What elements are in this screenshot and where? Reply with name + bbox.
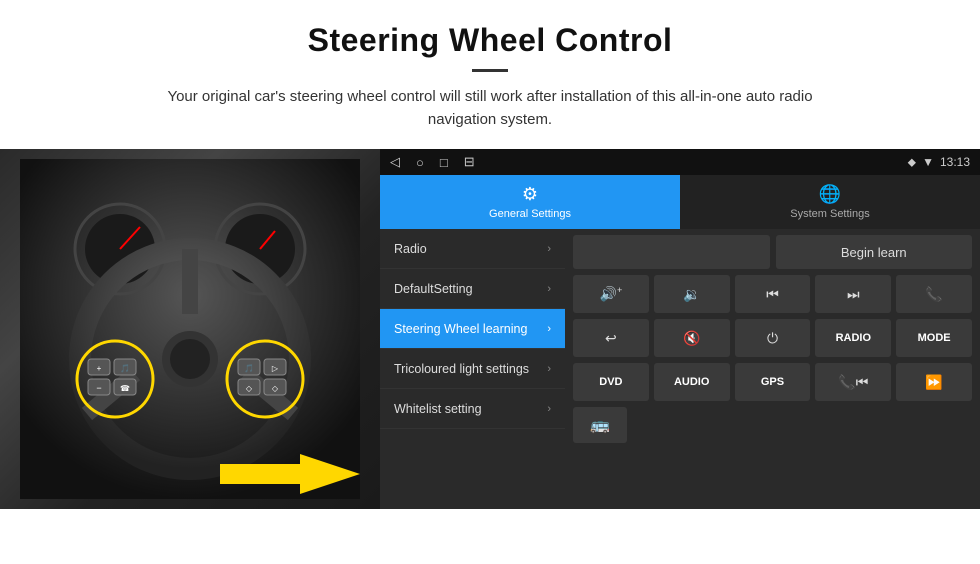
tab-general-settings[interactable]: ⚙ General Settings	[380, 175, 680, 229]
phone-icon: 📞	[925, 286, 942, 303]
radio-button[interactable]: RADIO	[815, 319, 891, 357]
volume-down-button[interactable]: 🔉	[654, 275, 730, 313]
title-divider	[472, 69, 508, 72]
menu-item-whitelist-label: Whitelist setting	[394, 402, 482, 416]
menu-item-default-setting[interactable]: DefaultSetting ›	[380, 269, 565, 309]
volume-up-icon: 🔊+	[600, 285, 623, 303]
control-grid-row1: 🔊+ 🔉 ⏮ ⏭ 📞	[573, 275, 972, 313]
svg-text:−: −	[96, 383, 101, 393]
tab-bar: ⚙ General Settings 🌐 System Settings	[380, 175, 980, 229]
time-display: 13:13	[940, 155, 970, 169]
call-answer-icon: ↩	[605, 330, 617, 347]
phone-prev-button[interactable]: 📞⏮	[815, 363, 891, 401]
svg-text:◇: ◇	[246, 384, 253, 393]
seek-button[interactable]: ⏩	[896, 363, 972, 401]
menu-item-tricoloured-label: Tricoloured light settings	[394, 362, 529, 376]
content-area: + − 🎵 ☎ 🎵 ◇ ▷ ◇ ◁	[0, 149, 980, 509]
steering-wheel-image: + − 🎵 ☎ 🎵 ◇ ▷ ◇	[0, 149, 380, 509]
location-icon: ⬥	[908, 155, 916, 170]
menu-item-tricoloured[interactable]: Tricoloured light settings ›	[380, 349, 565, 389]
status-icons: ⬥ ▼ 13:13	[908, 155, 970, 170]
menu-item-whitelist[interactable]: Whitelist setting ›	[380, 389, 565, 429]
mode-button[interactable]: MODE	[896, 319, 972, 357]
bus-icon-button[interactable]: 🚌	[573, 407, 627, 443]
next-track-button[interactable]: ⏭	[815, 275, 891, 313]
gps-label: GPS	[761, 376, 784, 388]
dvd-button[interactable]: DVD	[573, 363, 649, 401]
recents-nav-btn[interactable]: □	[440, 155, 448, 170]
dvd-label: DVD	[599, 376, 622, 388]
steering-wheel-svg: + − 🎵 ☎ 🎵 ◇ ▷ ◇	[20, 159, 360, 499]
prev-track-icon: ⏮	[766, 286, 779, 303]
android-ui: ◁ ○ □ ⊟ ⬥ ▼ 13:13 ⚙ General Settings 🌐 S…	[380, 149, 980, 509]
svg-text:🎵: 🎵	[244, 364, 254, 373]
header-description: Your original car's steering wheel contr…	[140, 86, 840, 131]
chevron-icon: ›	[547, 283, 551, 295]
audio-button[interactable]: AUDIO	[654, 363, 730, 401]
radio-row: Begin learn	[573, 235, 972, 269]
audio-label: AUDIO	[674, 376, 709, 388]
bus-icon: 🚌	[590, 415, 610, 435]
left-menu: Radio › DefaultSetting › Steering Wheel …	[380, 229, 565, 509]
general-settings-label: General Settings	[489, 208, 571, 220]
general-settings-icon: ⚙	[522, 184, 538, 205]
menu-nav-btn[interactable]: ⊟	[464, 154, 475, 170]
svg-text:▷: ▷	[272, 364, 279, 373]
gps-button[interactable]: GPS	[735, 363, 811, 401]
system-settings-icon: 🌐	[819, 184, 841, 205]
svg-text:◇: ◇	[272, 384, 279, 393]
tab-system-settings[interactable]: 🌐 System Settings	[680, 175, 980, 229]
back-nav-btn[interactable]: ◁	[390, 154, 400, 170]
page-title: Steering Wheel Control	[60, 22, 920, 59]
menu-item-radio-label: Radio	[394, 242, 427, 256]
svg-text:🎵: 🎵	[120, 364, 130, 373]
control-grid-row2: ↩ 🔇 ⏻ RADIO MODE	[573, 319, 972, 357]
seek-icon: ⏩	[925, 374, 942, 391]
svg-text:☎: ☎	[120, 384, 130, 393]
menu-item-radio[interactable]: Radio ›	[380, 229, 565, 269]
page-header: Steering Wheel Control Your original car…	[0, 0, 980, 145]
power-icon: ⏻	[767, 330, 778, 347]
status-bar: ◁ ○ □ ⊟ ⬥ ▼ 13:13	[380, 149, 980, 175]
radio-blank-field	[573, 235, 770, 269]
radio-label: RADIO	[836, 332, 871, 344]
prev-track-button[interactable]: ⏮	[735, 275, 811, 313]
begin-learn-button[interactable]: Begin learn	[776, 235, 973, 269]
volume-up-button[interactable]: 🔊+	[573, 275, 649, 313]
phone-button[interactable]: 📞	[896, 275, 972, 313]
next-track-icon: ⏭	[847, 286, 860, 303]
chevron-icon: ›	[547, 363, 551, 375]
control-grid-row3: DVD AUDIO GPS 📞⏮ ⏩	[573, 363, 972, 401]
right-panel: Begin learn 🔊+ 🔉 ⏮ ⏭	[565, 229, 980, 509]
chevron-icon: ›	[547, 323, 551, 335]
chevron-icon: ›	[547, 243, 551, 255]
bottom-row: 🚌	[573, 407, 972, 443]
home-nav-btn[interactable]: ○	[416, 155, 424, 170]
mute-icon: 🔇	[683, 330, 700, 347]
chevron-icon: ›	[547, 403, 551, 415]
call-answer-button[interactable]: ↩	[573, 319, 649, 357]
menu-item-steering-label: Steering Wheel learning	[394, 322, 527, 336]
mute-button[interactable]: 🔇	[654, 319, 730, 357]
main-content: Radio › DefaultSetting › Steering Wheel …	[380, 229, 980, 509]
power-button[interactable]: ⏻	[735, 319, 811, 357]
mode-label: MODE	[918, 332, 951, 344]
system-settings-label: System Settings	[790, 208, 869, 220]
menu-item-default-label: DefaultSetting	[394, 282, 473, 296]
volume-down-icon: 🔉	[683, 286, 700, 303]
nav-buttons: ◁ ○ □ ⊟	[390, 154, 475, 170]
svg-text:+: +	[97, 364, 102, 373]
wifi-icon: ▼	[922, 155, 934, 169]
phone-prev-icon: 📞⏮	[838, 374, 868, 391]
menu-item-steering-wheel[interactable]: Steering Wheel learning ›	[380, 309, 565, 349]
